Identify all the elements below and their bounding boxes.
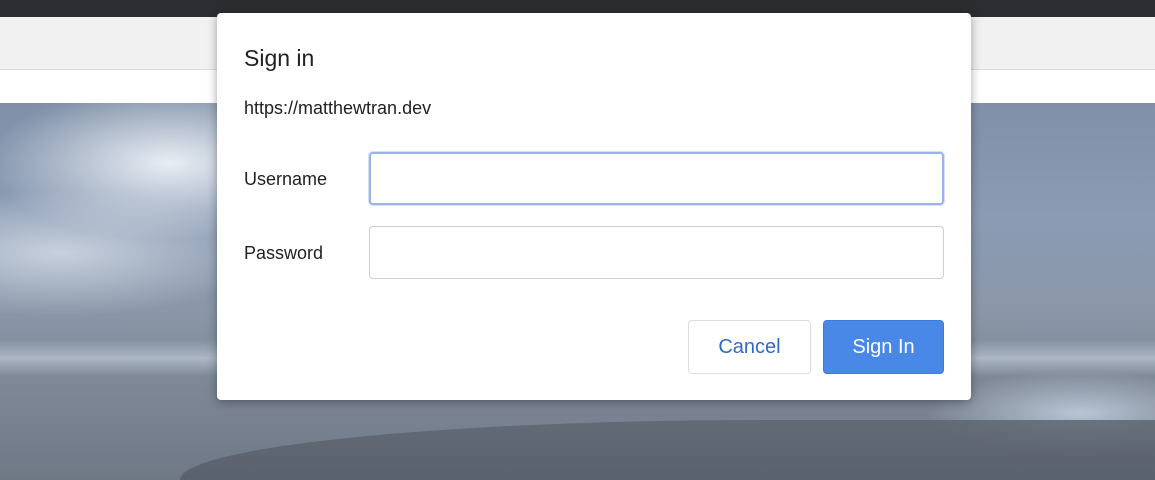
username-input[interactable] bbox=[369, 152, 944, 205]
browser-window: Sign in https://matthewtran.dev Username… bbox=[0, 0, 1155, 480]
cancel-button[interactable]: Cancel bbox=[688, 320, 811, 374]
password-input[interactable] bbox=[369, 226, 944, 279]
sign-in-button[interactable]: Sign In bbox=[823, 320, 944, 374]
dialog-title: Sign in bbox=[244, 45, 315, 71]
dialog-origin-url: https://matthewtran.dev bbox=[244, 98, 432, 118]
username-label: Username bbox=[244, 169, 328, 189]
password-label: Password bbox=[244, 243, 324, 263]
sign-in-dialog: Sign in https://matthewtran.dev Username… bbox=[217, 13, 971, 400]
